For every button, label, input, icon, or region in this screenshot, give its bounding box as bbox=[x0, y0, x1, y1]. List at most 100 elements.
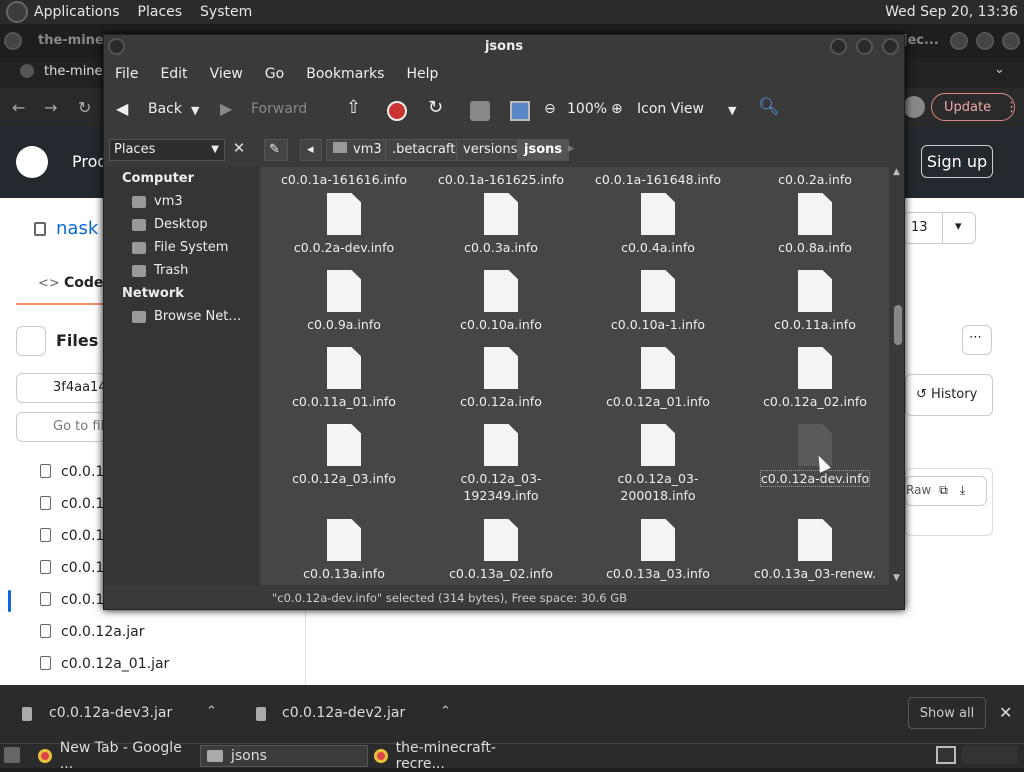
computer-icon[interactable] bbox=[510, 101, 530, 121]
file-item[interactable]: c0.0.3a.info bbox=[426, 193, 576, 256]
crumb-versions[interactable]: versions bbox=[456, 139, 525, 161]
file-item[interactable]: c0.0.13a_02.info bbox=[426, 519, 576, 582]
collapse-sidebar-icon[interactable] bbox=[16, 326, 46, 356]
crumb-right-icon[interactable]: ▸ bbox=[568, 141, 575, 156]
back-button[interactable]: Back bbox=[148, 101, 182, 117]
edit-location-icon[interactable]: ✎ bbox=[264, 139, 288, 161]
sidebar-item-trash[interactable]: Trash bbox=[132, 263, 188, 278]
file-item[interactable]: c0.0.1a-161625.info bbox=[426, 171, 576, 188]
file-item[interactable]: c0.0.12a_03-200018.info bbox=[583, 424, 733, 504]
file-item[interactable]: c0.0.12a_03.info bbox=[269, 424, 419, 487]
file-item[interactable]: c0.0.12a.info bbox=[426, 347, 576, 410]
view-mode-chevron-icon[interactable]: ▼ bbox=[728, 104, 736, 117]
sidebar-mode-select[interactable]: Places ▼ bbox=[109, 139, 225, 161]
file-tree-item[interactable]: c0.0.1 bbox=[40, 496, 104, 512]
browser-tab[interactable]: the-minec bbox=[44, 64, 110, 79]
workspace-switcher-icon[interactable] bbox=[936, 746, 956, 764]
star-count[interactable]: 13 bbox=[902, 212, 942, 244]
mate-logo-icon[interactable] bbox=[6, 1, 28, 23]
download-item[interactable]: c0.0.12a-dev3.jar bbox=[49, 705, 172, 721]
menu-edit[interactable]: Edit bbox=[160, 66, 187, 82]
file-item[interactable]: c0.0.10a.info bbox=[426, 270, 576, 333]
profile-avatar[interactable] bbox=[903, 96, 925, 118]
icon-view[interactable]: c0.0.1a-161616.info c0.0.1a-161625.info … bbox=[261, 167, 889, 585]
crumb-betacraft[interactable]: .betacraft bbox=[385, 139, 463, 161]
close-icon[interactable] bbox=[882, 38, 899, 55]
download-item[interactable]: c0.0.12a-dev2.jar bbox=[282, 705, 405, 721]
file-item[interactable]: c0.0.12a-dev.info bbox=[740, 424, 889, 487]
workspace-switcher-2[interactable] bbox=[962, 746, 1018, 764]
window-menu-icon[interactable] bbox=[4, 32, 22, 50]
task-jsons[interactable]: jsons bbox=[200, 745, 368, 767]
close-sidebar-icon[interactable]: ✕ bbox=[228, 139, 250, 161]
task-minecraft[interactable]: the-minecraft-recre... bbox=[368, 740, 538, 772]
file-item[interactable]: c0.0.11a.info bbox=[740, 270, 889, 333]
branch-select[interactable]: 3f4aa14 bbox=[16, 373, 107, 403]
update-button[interactable]: Update ⋮ bbox=[931, 93, 1018, 121]
file-item[interactable]: c0.0.12a_02.info bbox=[740, 347, 889, 410]
reload-icon[interactable]: ↻ bbox=[428, 97, 443, 118]
file-item[interactable]: c0.0.2a.info bbox=[740, 171, 889, 188]
task-new-tab[interactable]: New Tab - Google ... bbox=[32, 740, 196, 772]
file-item[interactable]: c0.0.2a-dev.info bbox=[269, 193, 419, 256]
file-item[interactable]: c0.0.11a_01.info bbox=[269, 347, 419, 410]
browser-reload-icon[interactable]: ↻ bbox=[78, 98, 91, 117]
tab-code[interactable]: Code bbox=[64, 275, 103, 291]
close-downloads-icon[interactable]: ✕ bbox=[999, 703, 1012, 722]
download-icon[interactable]: ⤓ bbox=[960, 483, 965, 497]
browser-back-icon[interactable]: ← bbox=[12, 98, 25, 117]
history-button[interactable]: ↺ History bbox=[905, 374, 993, 416]
sidebar-item-filesystem[interactable]: File System bbox=[132, 240, 228, 255]
goto-file-input[interactable]: Go to fil bbox=[16, 412, 106, 442]
up-icon[interactable]: ⇧ bbox=[346, 97, 361, 118]
zoom-in-icon[interactable]: ⊕ bbox=[611, 101, 623, 117]
menu-places[interactable]: Places bbox=[138, 4, 183, 20]
file-item[interactable]: c0.0.12a_03-192349.info bbox=[426, 424, 576, 504]
zoom-level[interactable]: 100% bbox=[567, 101, 607, 117]
tab-list-chevron-icon[interactable]: ⌄ bbox=[994, 62, 1005, 77]
github-logo-icon[interactable] bbox=[16, 146, 48, 178]
sidebar-item-browse-network[interactable]: Browse Net… bbox=[132, 309, 241, 324]
window-menu-icon[interactable] bbox=[108, 38, 125, 55]
file-item[interactable]: c0.0.13a_03.info bbox=[583, 519, 733, 582]
menu-system[interactable]: System bbox=[200, 4, 252, 20]
file-item[interactable]: c0.0.9a.info bbox=[269, 270, 419, 333]
view-mode-select[interactable]: Icon View bbox=[637, 101, 704, 117]
browser-forward-icon[interactable]: → bbox=[44, 98, 57, 117]
file-tree-item[interactable]: c0.0.12a_01.jar bbox=[40, 656, 169, 672]
file-item[interactable]: c0.0.10a-1.info bbox=[583, 270, 733, 333]
scroll-thumb[interactable] bbox=[894, 305, 902, 345]
scroll-down-icon[interactable]: ▼ bbox=[893, 573, 900, 583]
crumb-jsons[interactable]: jsons bbox=[517, 139, 570, 161]
file-tree-item[interactable]: c0.0.12a.jar bbox=[40, 624, 144, 640]
back-arrow-icon[interactable]: ◀ bbox=[116, 99, 128, 118]
repo-name[interactable]: nask bbox=[56, 218, 98, 239]
menu-applications[interactable]: Applications bbox=[34, 4, 120, 20]
home-icon[interactable] bbox=[470, 101, 490, 121]
stop-icon[interactable] bbox=[387, 101, 407, 121]
sidebar-item-vm3[interactable]: vm3 bbox=[132, 194, 183, 209]
file-item[interactable]: c0.0.1a-161648.info bbox=[583, 171, 733, 188]
raw-button[interactable]: Raw bbox=[906, 483, 931, 497]
maximize-icon[interactable] bbox=[856, 38, 873, 55]
file-tree-item[interactable]: c0.0.1 bbox=[40, 560, 104, 576]
menu-view[interactable]: View bbox=[210, 66, 243, 82]
file-item[interactable]: c0.0.4a.info bbox=[583, 193, 733, 256]
menu-file[interactable]: File bbox=[115, 66, 138, 82]
menu-go[interactable]: Go bbox=[265, 66, 284, 82]
file-tree-item[interactable]: c0.0.1 bbox=[40, 464, 104, 480]
back-history-chevron-icon[interactable]: ▼ bbox=[191, 104, 199, 117]
file-item[interactable]: c0.0.1a-161616.info bbox=[269, 171, 419, 188]
menu-bookmarks[interactable]: Bookmarks bbox=[306, 66, 384, 82]
file-tree-item-selected[interactable]: c0.0.1 bbox=[40, 592, 104, 608]
show-all-button[interactable]: Show all bbox=[908, 697, 986, 729]
more-options-icon[interactable]: ⋯ bbox=[962, 325, 992, 355]
download-chevron-icon[interactable]: ⌃ bbox=[440, 704, 451, 719]
star-dropdown-icon[interactable]: ▾ bbox=[942, 212, 976, 244]
zoom-out-icon[interactable]: ⊖ bbox=[544, 101, 556, 117]
crumb-vm3[interactable]: vm3 bbox=[326, 139, 389, 161]
file-item[interactable]: c0.0.13a.info bbox=[269, 519, 419, 582]
minimize-icon[interactable] bbox=[950, 32, 968, 50]
file-item[interactable]: c0.0.12a_01.info bbox=[583, 347, 733, 410]
clock[interactable]: Wed Sep 20, 13:36 bbox=[885, 4, 1018, 20]
